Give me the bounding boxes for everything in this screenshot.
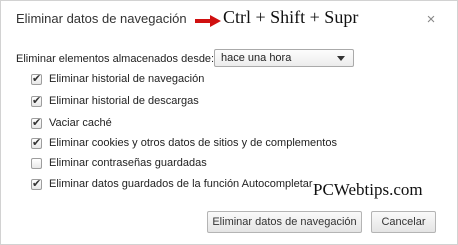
option-label: Eliminar contraseñas guardadas bbox=[49, 157, 207, 169]
option-label: Eliminar cookies y otros datos de sitios… bbox=[49, 137, 337, 149]
time-range-value: hace una hora bbox=[221, 52, 292, 64]
option-label: Eliminar historial de descargas bbox=[49, 95, 199, 107]
option-passwords[interactable]: Eliminar contraseñas guardadas bbox=[31, 156, 207, 170]
time-range-label: Eliminar elementos almacenados desde: bbox=[16, 53, 215, 65]
checkmark-icon: ✔ bbox=[32, 136, 42, 149]
checkbox-browsing-history[interactable]: ✔ bbox=[31, 72, 42, 85]
checkmark-icon: ✔ bbox=[32, 94, 42, 107]
checkbox-cookies[interactable]: ✔ bbox=[31, 136, 42, 149]
watermark: PCWebtips.com bbox=[313, 180, 423, 199]
close-button[interactable]: × bbox=[422, 11, 440, 29]
close-icon: × bbox=[426, 11, 436, 28]
checkbox-cache[interactable]: ✔ bbox=[31, 116, 42, 129]
keyboard-shortcut-annotation: Ctrl + Shift + Supr bbox=[223, 7, 359, 27]
dropdown-arrow-icon bbox=[337, 56, 345, 61]
option-label: Eliminar historial de navegación bbox=[49, 73, 205, 85]
option-cache[interactable]: ✔ Vaciar caché bbox=[31, 116, 112, 130]
clear-data-button[interactable]: Eliminar datos de navegación bbox=[207, 211, 362, 233]
dialog-title: Eliminar datos de navegación bbox=[16, 11, 187, 26]
clear-browsing-data-dialog: Eliminar datos de navegación Ctrl + Shif… bbox=[0, 0, 458, 245]
checkmark-icon: ✔ bbox=[32, 177, 42, 190]
cancel-button[interactable]: Cancelar bbox=[371, 211, 436, 233]
option-cookies[interactable]: ✔ Eliminar cookies y otros datos de siti… bbox=[31, 136, 337, 150]
checkbox-passwords[interactable] bbox=[31, 157, 42, 169]
option-download-history[interactable]: ✔ Eliminar historial de descargas bbox=[31, 94, 199, 108]
red-arrow-icon bbox=[195, 15, 221, 27]
option-browsing-history[interactable]: ✔ Eliminar historial de navegación bbox=[31, 72, 204, 86]
checkbox-download-history[interactable]: ✔ bbox=[31, 94, 42, 107]
option-label: Eliminar datos guardados de la función A… bbox=[49, 178, 313, 190]
checkbox-autofill[interactable]: ✔ bbox=[31, 177, 42, 190]
option-autofill[interactable]: ✔ Eliminar datos guardados de la función… bbox=[31, 177, 313, 191]
checkmark-icon: ✔ bbox=[32, 116, 42, 129]
time-range-select[interactable]: hace una hora bbox=[214, 49, 354, 67]
option-label: Vaciar caché bbox=[49, 117, 112, 129]
checkmark-icon: ✔ bbox=[32, 72, 42, 85]
